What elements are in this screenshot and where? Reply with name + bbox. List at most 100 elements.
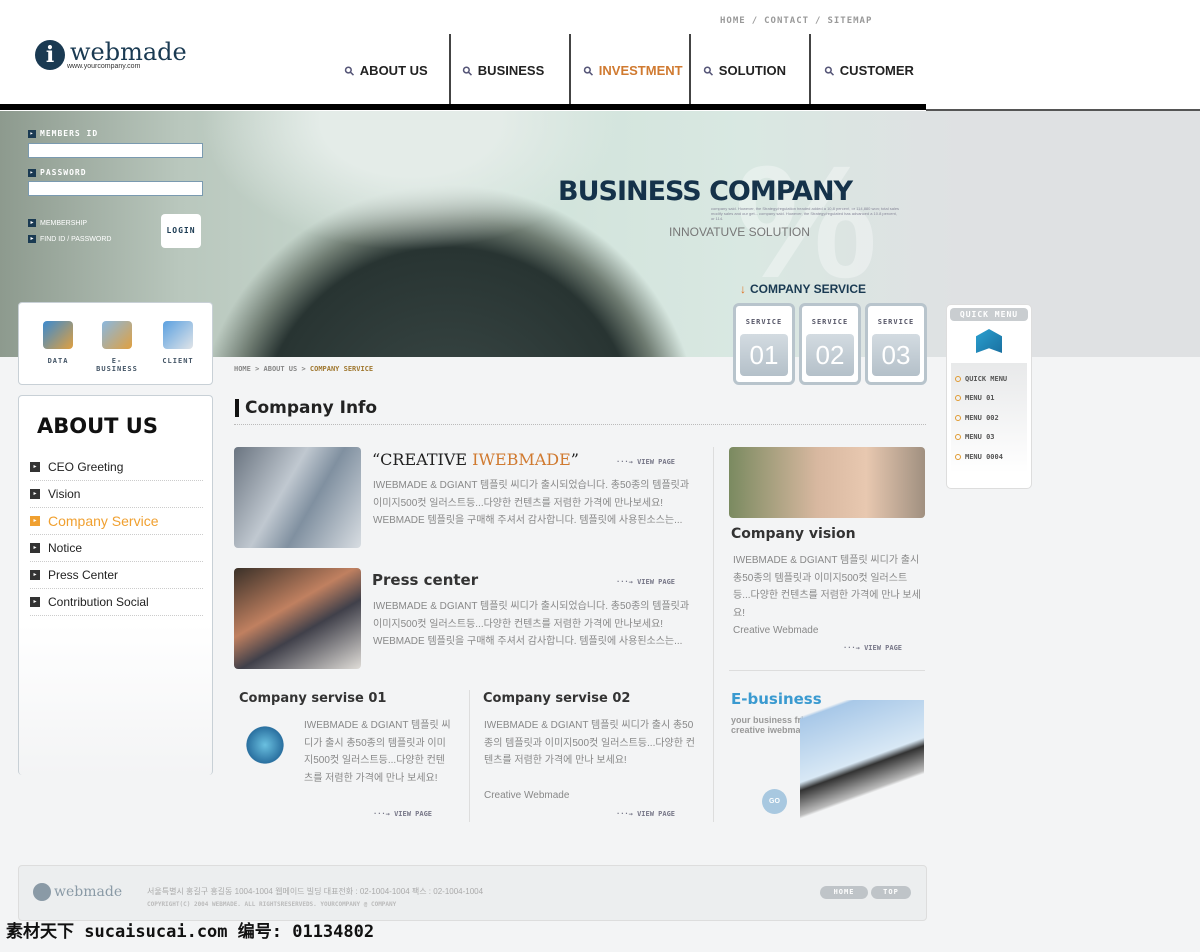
divider: [713, 447, 714, 822]
view-page-link[interactable]: ···→ VIEW PAGE: [616, 578, 675, 586]
service-02-body: IWEBMADE & DGIANT 템플릿 씨디가 출시 총50종의 템플릿과 …: [484, 720, 695, 766]
footer-logo: webmade: [33, 883, 122, 901]
arrow-icon: ▸: [28, 219, 36, 227]
nav-label: INVESTMENT: [598, 63, 683, 78]
footer-address: 서울특별시 홍길구 홍길동 1004-1004 웹메이드 빌딩 대표전화 : 0…: [147, 887, 484, 896]
service-label: SERVICE: [745, 318, 783, 326]
sidebar-item-notice[interactable]: ▸ Notice: [30, 535, 203, 562]
monitor-icon: [102, 321, 132, 349]
info-logo-icon: [33, 883, 51, 901]
separator: /: [751, 16, 759, 26]
service-02-title: Company servise 02: [483, 691, 631, 706]
service-03-button[interactable]: SERVICE 03: [865, 303, 927, 385]
nav-label: ABOUT US: [359, 63, 428, 78]
arrow-icon: ▸: [28, 129, 36, 138]
client-shortcut[interactable]: CLIENT: [153, 321, 203, 365]
view-page-link[interactable]: ···→ VIEW PAGE: [616, 810, 675, 818]
footer-top-button[interactable]: TOP: [871, 886, 911, 899]
login-button[interactable]: LOGIN: [161, 214, 201, 248]
vision-title: Company vision: [731, 526, 856, 542]
shortcut-icons: DATA E-BUSINESS CLIENT: [18, 302, 213, 385]
nav-customer[interactable]: ⚲ CUSTOMER: [821, 62, 914, 78]
sidebar-item-company-service[interactable]: ▸ Company Service: [30, 508, 203, 535]
view-page-link[interactable]: ···→ VIEW PAGE: [616, 458, 675, 466]
sitemap-link[interactable]: SITEMAP: [827, 16, 872, 26]
creative-body: IWEBMADE & DGIANT 템플릿 씨디가 출시되었습니다. 총50종의…: [373, 480, 690, 526]
creative-title: “CREATIVE IWEBMADE”: [372, 450, 579, 469]
press-image: [234, 568, 361, 669]
watermark: 素材天下 sucaisucai.com 编号: 01134802: [6, 922, 375, 942]
e-business-shortcut[interactable]: E-BUSINESS: [92, 321, 142, 373]
quick-menu-item[interactable]: MENU 03: [955, 428, 1023, 448]
view-page-link[interactable]: ···→ VIEW PAGE: [373, 810, 432, 818]
divider: [729, 670, 925, 671]
home-link[interactable]: HOME: [720, 16, 746, 26]
service-01-button[interactable]: SERVICE 01: [733, 303, 795, 385]
nav-label: CUSTOMER: [839, 63, 914, 78]
sidebar-menu: ▸ CEO Greeting ▸ Vision ▸ Company Service ▸…: [30, 454, 203, 616]
data-shortcut[interactable]: DATA: [33, 321, 83, 365]
view-page-link[interactable]: ···→ VIEW PAGE: [843, 644, 902, 652]
arrow-icon: ▸: [30, 570, 40, 580]
breadcrumb: HOME > ABOUT US > COMPANY SERVICE: [234, 365, 374, 373]
divider: [234, 424, 926, 425]
arrow-icon: ▸: [30, 462, 40, 472]
password-input[interactable]: [28, 181, 203, 196]
members-id-input[interactable]: [28, 143, 203, 158]
arrow-icon: ▸: [30, 543, 40, 553]
membership-link[interactable]: ▸ MEMBERSHIP: [28, 219, 87, 227]
arrow-icon: ▸: [30, 597, 40, 607]
service-01-body: IWEBMADE & DGIANT 템플릿 씨디가 출시 총50종의 템플릿과 …: [304, 720, 451, 784]
service-02-sign: Creative Webmade: [484, 790, 570, 801]
service-number: 01: [740, 334, 788, 376]
arrow-icon: ▸: [28, 168, 36, 177]
members-id-label: ▸ MEMBERS ID: [28, 129, 99, 138]
laptop-image: [800, 700, 924, 820]
nav-about-us[interactable]: ⚲ ABOUT US: [341, 62, 428, 78]
quick-menu-item[interactable]: MENU 002: [955, 408, 1023, 428]
quick-menu-title: QUICK MENU: [950, 308, 1028, 321]
globe-icon: [242, 725, 288, 765]
divider: [469, 690, 470, 822]
sidebar-item-contribution-social[interactable]: ▸ Contribution Social: [30, 589, 203, 616]
quick-menu-item[interactable]: MENU 0004: [955, 447, 1023, 467]
footer-home-button[interactable]: HOME: [820, 886, 868, 899]
service-01-title: Company servise 01: [239, 691, 387, 706]
page-title: Company Info: [235, 399, 377, 417]
quick-menu-item[interactable]: MENU 01: [955, 389, 1023, 409]
crumb-about[interactable]: ABOUT US: [264, 365, 298, 373]
vision-sign: Creative Webmade: [733, 625, 819, 636]
find-id-link[interactable]: ▸ FIND ID / PASSWORD: [28, 235, 111, 243]
info-logo-icon: i: [35, 40, 65, 70]
service-number: 02: [806, 334, 854, 376]
sidebar-item-press-center[interactable]: ▸ Press Center: [30, 562, 203, 589]
nav-investment[interactable]: ⚲ INVESTMENT: [580, 62, 683, 78]
service-label: SERVICE: [811, 318, 849, 326]
hero-subtitle: INNOVATUVE SOLUTION: [669, 225, 810, 239]
footer-copyright: COPYRIGHT(c) 2004 WEBMADE. ALL RIGHTSRES…: [147, 901, 397, 908]
crumb-home[interactable]: HOME: [234, 365, 251, 373]
logo[interactable]: i webmade www.yourcompany.com: [35, 40, 187, 70]
nav-bar: [0, 104, 926, 110]
child-image: [729, 447, 925, 518]
arrow-icon: ▸: [28, 235, 36, 243]
go-button[interactable]: GO: [762, 789, 787, 814]
quick-menu: QUICK MENU QUICK MENU MENU 01 MENU 002 M…: [946, 304, 1032, 489]
arrow-icon: ▸: [30, 516, 40, 526]
footer: webmade 서울특별시 홍길구 홍길동 1004-1004 웹메이드 빌딩 …: [18, 865, 927, 921]
sidebar-item-ceo-greeting[interactable]: ▸ CEO Greeting: [30, 454, 203, 481]
contact-link[interactable]: CONTACT: [764, 16, 809, 26]
press-title: Press center: [372, 571, 479, 589]
sidebar-title: ABOUT US: [37, 414, 158, 438]
dial-image: [234, 447, 361, 548]
service-label: SERVICE: [877, 318, 915, 326]
service-02-button[interactable]: SERVICE 02: [799, 303, 861, 385]
vision-body: IWEBMADE & DGIANT 템플릿 씨디가 출시 총50종의 템플릿과 …: [733, 555, 921, 619]
quick-menu-item[interactable]: QUICK MENU: [955, 369, 1023, 389]
utility-nav: HOME / CONTACT / SITEMAP: [720, 16, 878, 26]
pda-icon: [163, 321, 193, 349]
books-icon: [43, 321, 73, 349]
nav-business[interactable]: ⚲ BUSINESS: [459, 62, 544, 78]
sidebar-item-vision[interactable]: ▸ Vision: [30, 481, 203, 508]
nav-solution[interactable]: ⚲ SOLUTION: [700, 62, 786, 78]
